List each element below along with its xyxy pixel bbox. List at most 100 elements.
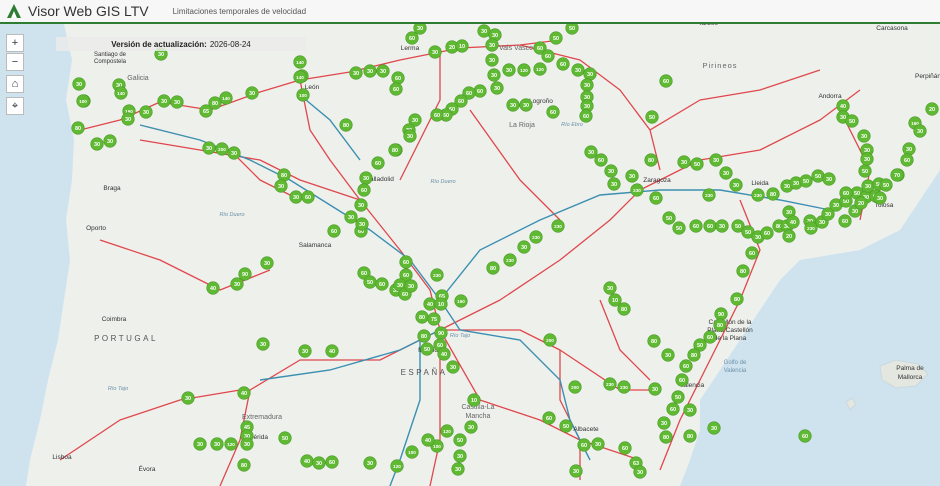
speed-limit-marker[interactable]: 30 <box>857 129 871 143</box>
speed-limit-marker[interactable]: 30 <box>583 67 597 81</box>
speed-limit-marker[interactable]: 10 <box>434 297 448 311</box>
speed-limit-marker[interactable]: 140 <box>293 70 307 84</box>
speed-limit-marker[interactable]: 30 <box>240 437 254 451</box>
speed-limit-marker[interactable]: 230 <box>630 183 644 197</box>
speed-limit-marker[interactable]: 30 <box>376 64 390 78</box>
speed-limit-marker[interactable]: 30 <box>913 124 927 138</box>
speed-limit-marker[interactable]: 30 <box>363 456 377 470</box>
speed-limit-marker[interactable]: 100 <box>76 94 90 108</box>
speed-limit-marker[interactable]: 60 <box>703 330 717 344</box>
speed-limit-marker[interactable]: 230 <box>603 377 617 391</box>
speed-limit-marker[interactable]: 30 <box>289 190 303 204</box>
speed-limit-marker[interactable]: 30 <box>902 142 916 156</box>
speed-limit-marker[interactable]: 60 <box>357 183 371 197</box>
speed-limit-marker[interactable]: 30 <box>103 134 117 148</box>
speed-limit-marker[interactable]: 60 <box>703 219 717 233</box>
speed-limit-marker[interactable]: 30 <box>490 81 504 95</box>
speed-limit-marker[interactable]: 30 <box>603 281 617 295</box>
speed-limit-marker[interactable]: 60 <box>675 373 689 387</box>
speed-limit-marker[interactable]: 30 <box>683 403 697 417</box>
speed-limit-marker[interactable]: 20 <box>782 229 796 243</box>
speed-limit-marker[interactable]: 80 <box>486 261 500 275</box>
speed-limit-marker[interactable]: 60 <box>618 441 632 455</box>
speed-limit-marker[interactable]: 30 <box>822 172 836 186</box>
speed-limit-marker[interactable]: 40 <box>300 454 314 468</box>
speed-limit-marker[interactable]: 30 <box>446 360 460 374</box>
speed-limit-marker[interactable]: 60 <box>798 429 812 443</box>
speed-limit-marker[interactable]: 230 <box>551 219 565 233</box>
speed-limit-marker[interactable]: 120 <box>533 62 547 76</box>
speed-limit-marker[interactable]: 30 <box>181 391 195 405</box>
speed-limit-marker[interactable]: 230 <box>529 230 543 244</box>
speed-limit-marker[interactable]: 10 <box>455 39 469 53</box>
speed-limit-marker[interactable]: 30 <box>677 155 691 169</box>
speed-limit-marker[interactable]: 60 <box>659 74 673 88</box>
speed-limit-marker[interactable]: 20 <box>854 196 868 210</box>
speed-limit-marker[interactable]: 60 <box>679 359 693 373</box>
speed-limit-marker[interactable]: 30 <box>657 416 671 430</box>
speed-limit-marker[interactable]: 30 <box>729 178 743 192</box>
speed-limit-marker[interactable]: 60 <box>556 57 570 71</box>
speed-limit-marker[interactable]: 30 <box>428 45 442 59</box>
speed-limit-marker[interactable]: 60 <box>577 438 591 452</box>
speed-limit-marker[interactable]: 60 <box>542 411 556 425</box>
speed-limit-marker[interactable]: 30 <box>403 129 417 143</box>
locate-button[interactable]: ⌖ <box>6 97 24 115</box>
speed-limit-marker[interactable]: 80 <box>683 429 697 443</box>
speed-limit-marker[interactable]: 30 <box>72 77 86 91</box>
speed-limit-marker[interactable]: 80 <box>417 329 431 343</box>
speed-limit-marker[interactable]: 30 <box>355 217 369 231</box>
speed-limit-marker[interactable]: 230 <box>617 380 631 394</box>
speed-limit-marker[interactable]: 60 <box>838 214 852 228</box>
speed-limit-marker[interactable]: 230 <box>503 253 517 267</box>
speed-limit-marker[interactable]: 40 <box>325 344 339 358</box>
speed-limit-marker[interactable]: 60 <box>325 455 339 469</box>
speed-limit-marker[interactable]: 120 <box>517 63 531 77</box>
speed-limit-marker[interactable]: 50 <box>811 169 825 183</box>
speed-limit-marker[interactable]: 50 <box>420 342 434 356</box>
speed-limit-marker[interactable]: 80 <box>415 310 429 324</box>
speed-limit-marker[interactable]: 60 <box>760 226 774 240</box>
speed-limit-marker[interactable]: 30 <box>873 191 887 205</box>
speed-limit-marker[interactable]: 30 <box>477 24 491 38</box>
speed-limit-marker[interactable]: 40 <box>421 433 435 447</box>
speed-limit-marker[interactable]: 60 <box>375 277 389 291</box>
speed-limit-marker[interactable]: 160 <box>454 294 468 308</box>
speed-limit-marker[interactable]: 60 <box>541 49 555 63</box>
speed-limit-marker[interactable]: 80 <box>277 168 291 182</box>
zoom-out-button[interactable]: − <box>6 53 24 71</box>
speed-limit-marker[interactable]: 30 <box>709 153 723 167</box>
speed-limit-marker[interactable]: 30 <box>245 86 259 100</box>
speed-limit-marker[interactable]: 30 <box>707 421 721 435</box>
speed-limit-marker[interactable]: 30 <box>584 145 598 159</box>
speed-limit-marker[interactable]: 80 <box>71 121 85 135</box>
speed-limit-marker[interactable]: 60 <box>666 402 680 416</box>
speed-limit-marker[interactable]: 30 <box>312 456 326 470</box>
speed-limit-marker[interactable]: 30 <box>121 112 135 126</box>
speed-limit-marker[interactable]: 30 <box>633 465 647 479</box>
speed-limit-marker[interactable]: 30 <box>210 437 224 451</box>
speed-limit-marker[interactable]: 10 <box>467 393 481 407</box>
speed-limit-marker[interactable]: 230 <box>804 221 818 235</box>
speed-limit-marker[interactable]: 40 <box>437 347 451 361</box>
speed-limit-marker[interactable]: 40 <box>786 215 800 229</box>
speed-limit-marker[interactable]: 50 <box>549 31 563 45</box>
speed-limit-marker[interactable]: 30 <box>260 256 274 270</box>
speed-limit-marker[interactable]: 30 <box>227 146 241 160</box>
speed-limit-marker[interactable]: 60 <box>391 71 405 85</box>
speed-limit-marker[interactable]: 60 <box>399 255 413 269</box>
speed-limit-marker[interactable]: 120 <box>390 459 404 473</box>
speed-limit-marker[interactable]: 60 <box>594 153 608 167</box>
speed-limit-marker[interactable]: 30 <box>256 337 270 351</box>
speed-limit-marker[interactable]: 50 <box>879 178 893 192</box>
speed-limit-marker[interactable]: 80 <box>388 143 402 157</box>
speed-limit-marker[interactable]: 50 <box>363 275 377 289</box>
speed-limit-marker[interactable]: 200 <box>568 380 582 394</box>
speed-limit-marker[interactable]: 30 <box>591 437 605 451</box>
speed-limit-marker[interactable]: 30 <box>569 464 583 478</box>
speed-limit-marker[interactable]: 30 <box>298 344 312 358</box>
speed-limit-marker[interactable]: 60 <box>579 109 593 123</box>
speed-limit-marker[interactable]: 30 <box>607 177 621 191</box>
speed-limit-marker[interactable]: 120 <box>440 424 454 438</box>
speed-limit-marker[interactable]: 30 <box>139 105 153 119</box>
